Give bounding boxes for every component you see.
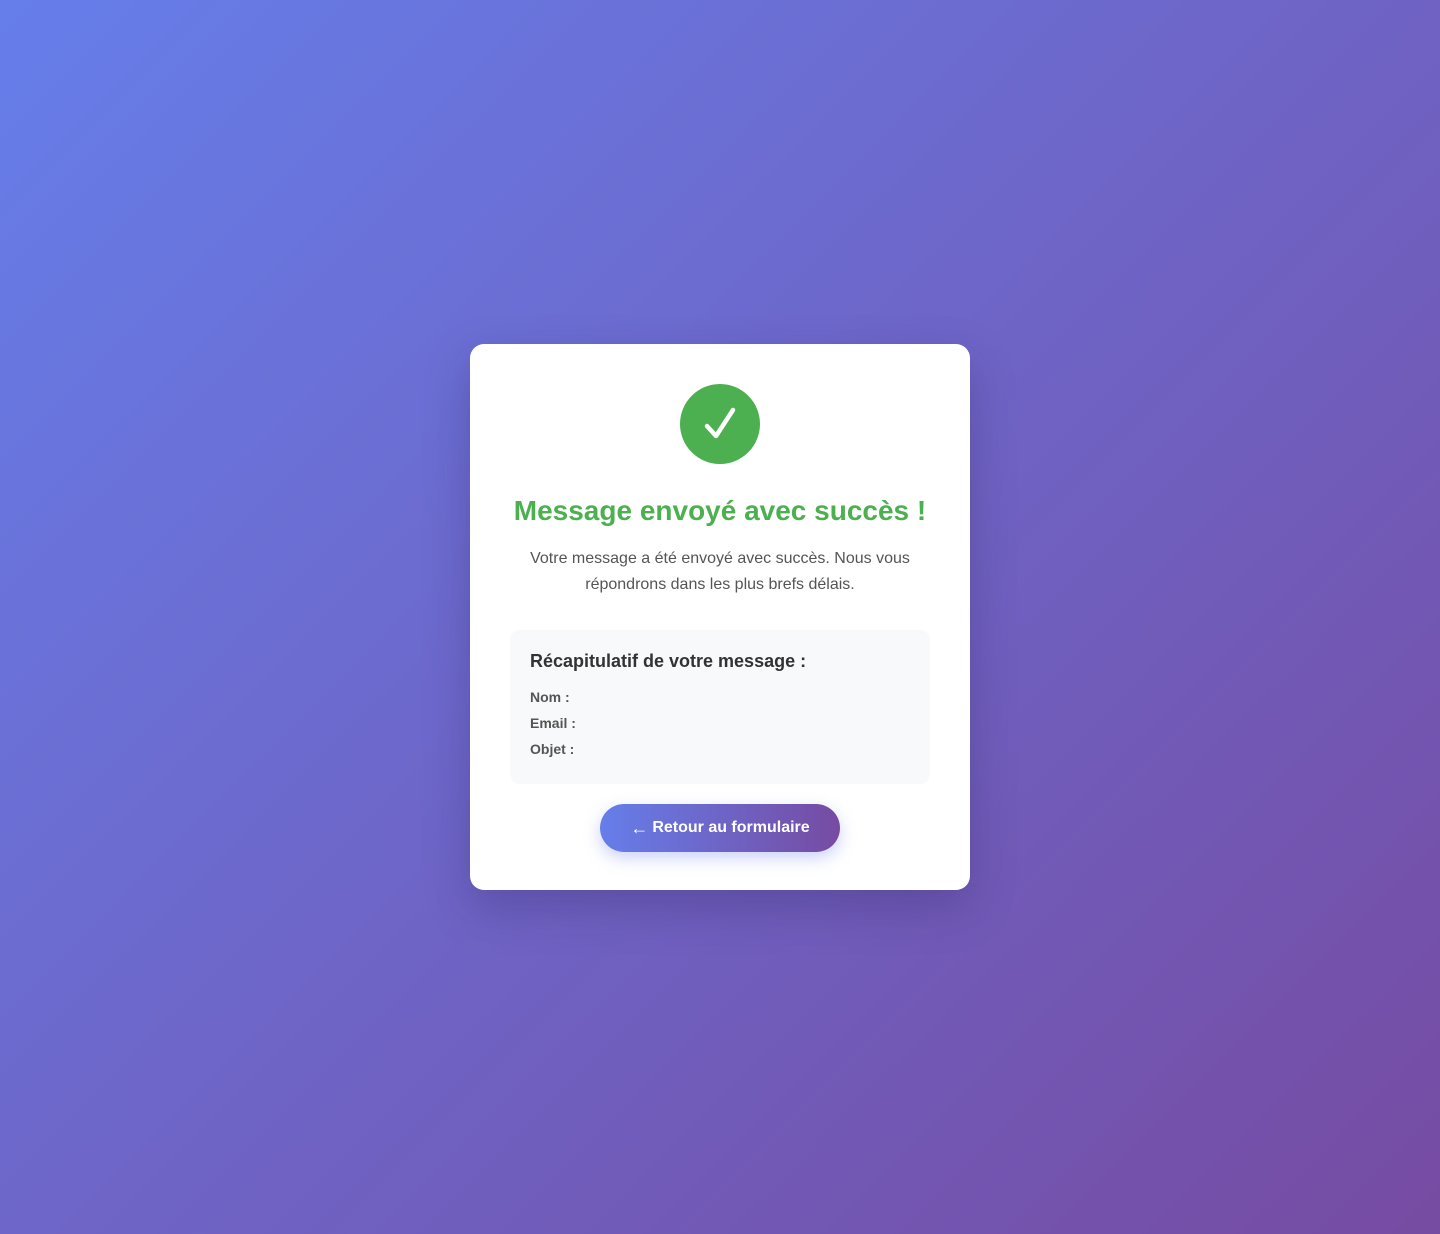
summary-row-subject: Objet : <box>530 736 910 762</box>
summary-label-name: Nom : <box>530 689 570 705</box>
summary-title: Récapitulatif de votre message : <box>530 651 807 671</box>
back-to-form-button[interactable]: ← Retour au formulaire <box>600 804 840 852</box>
confirmation-card: Message envoyé avec succès ! Votre messa… <box>470 344 970 890</box>
summary-row-email: Email : <box>530 710 910 736</box>
summary-label-email: Email : <box>530 715 576 731</box>
back-button-label: Retour au formulaire <box>652 819 810 836</box>
summary-label-subject: Objet : <box>530 741 575 757</box>
checkmark-icon <box>704 407 736 439</box>
message-summary: Récapitulatif de votre message : Nom : E… <box>510 630 930 784</box>
success-description: Votre message a été envoyé avec succès. … <box>530 550 910 593</box>
success-badge <box>680 384 760 464</box>
arrow-left-icon: ← <box>630 817 649 838</box>
summary-row-name: Nom : <box>530 684 910 710</box>
page-title: Message envoyé avec succès ! <box>513 495 927 526</box>
